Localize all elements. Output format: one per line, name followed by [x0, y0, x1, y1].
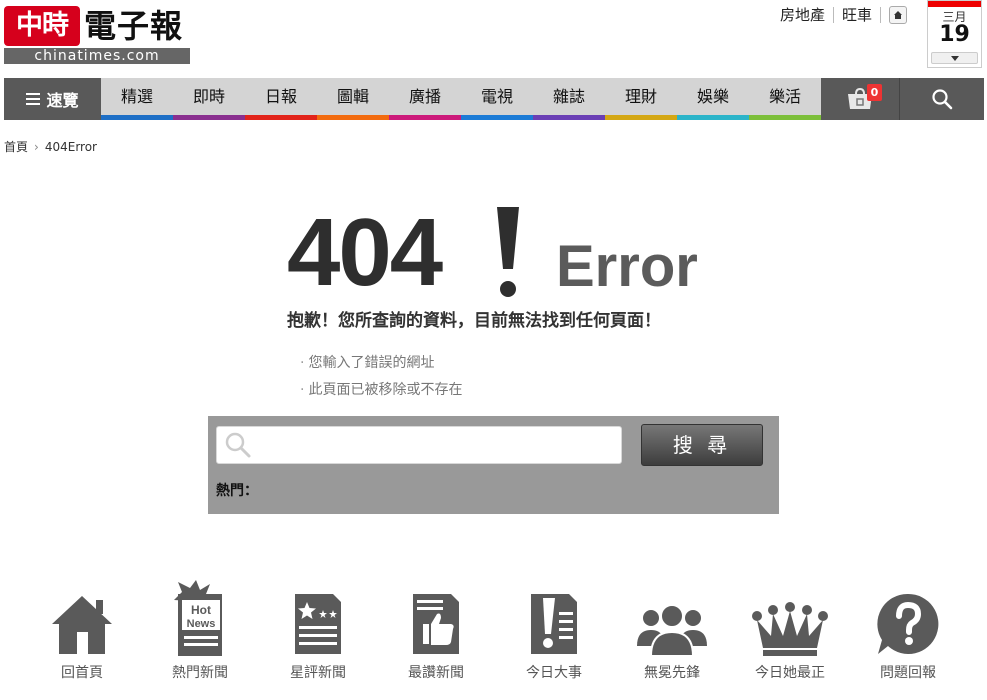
people-icon [637, 604, 707, 656]
list-item: 此頁面已被移除或不存在 [300, 377, 462, 404]
nav-browse-label: 速覽 [46, 91, 79, 110]
quick-link-today-events[interactable]: 今日大事 [494, 580, 614, 682]
search-icon [225, 432, 251, 458]
calendar-day: 19 [939, 22, 970, 47]
nav-item-label: 即時 [192, 87, 225, 106]
nav-item-label: 日報 [264, 87, 297, 106]
breadcrumb: 首頁 › 404Error [4, 138, 97, 155]
quick-link-label: 星評新聞 [290, 665, 346, 681]
search-input[interactable] [253, 427, 621, 463]
nav-item-label: 精選 [120, 87, 153, 106]
nav-item-realtime[interactable]: 即時 [173, 78, 245, 120]
quick-link-beauty[interactable]: 今日她最正 [730, 580, 850, 682]
divider [880, 7, 882, 23]
breadcrumb-home-link[interactable]: 首頁 [4, 138, 28, 155]
exclamation-icon [531, 594, 577, 654]
chevron-right-icon: › [34, 139, 39, 154]
nav-browse-button[interactable]: 速覽 [4, 78, 101, 120]
quick-link-top-liked[interactable]: 最讚新聞 [376, 580, 496, 682]
svg-text:News: News [187, 618, 216, 630]
quick-link-label: 今日她最正 [755, 665, 825, 681]
nav-item-magazine[interactable]: 雜誌 [533, 78, 605, 120]
toplink-cars[interactable]: 旺車 [834, 6, 880, 24]
search-panel: 搜 尋 熱門： [208, 416, 779, 514]
toplink-real-estate[interactable]: 房地產 [780, 6, 833, 24]
search-button[interactable]: 搜 尋 [641, 424, 763, 466]
cart-count-badge: 0 [867, 84, 882, 101]
list-icon [26, 93, 41, 105]
hot-keywords-label: 熱門： [216, 483, 258, 499]
home-icon [52, 596, 112, 654]
nav-item-photos[interactable]: 圖輯 [317, 78, 389, 120]
quick-link-home[interactable]: 回首頁 [22, 580, 142, 682]
quick-link-star-news[interactable]: 星評新聞 [258, 580, 378, 682]
home-icon-button[interactable] [889, 6, 908, 24]
nav-cart-button[interactable]: 0 [821, 78, 900, 120]
error-reasons-list: 您輸入了錯誤的網址 此頁面已被移除或不存在 [300, 350, 462, 404]
error-message: 抱歉！您所查詢的資料，目前無法找到任何頁面！ [287, 311, 661, 331]
nav-item-label: 娛樂 [696, 87, 729, 106]
nav-item-tv[interactable]: 電視 [461, 78, 533, 120]
quick-link-label: 回首頁 [61, 665, 103, 681]
nav-item-radio[interactable]: 廣播 [389, 78, 461, 120]
breadcrumb-current: 404Error [44, 139, 97, 154]
nav-search-button[interactable] [900, 78, 984, 120]
calendar-dropdown-button[interactable] [931, 52, 978, 64]
quick-link-label: 今日大事 [526, 665, 582, 681]
nav-item-label: 樂活 [768, 87, 801, 106]
caret-down-icon [950, 55, 959, 61]
crown-icon [752, 602, 828, 656]
quick-link-label: 最讚新聞 [408, 665, 464, 681]
hot-news-icon: Hot News [174, 580, 222, 656]
question-icon [877, 593, 939, 654]
nav-item-label: 雜誌 [552, 87, 585, 106]
star-news-icon [295, 594, 341, 654]
error-code: 404 [287, 199, 443, 306]
nav-item-featured[interactable]: 精選 [101, 78, 173, 120]
nav-item-entertainment[interactable]: 娛樂 [677, 78, 749, 120]
date-calendar: 三月 19 [927, 0, 982, 68]
quick-link-label: 無冕先鋒 [644, 665, 700, 681]
thumbs-up-icon [413, 594, 459, 654]
quick-link-hot-news[interactable]: Hot News 熱門新聞 [140, 580, 260, 682]
search-icon [932, 89, 953, 110]
quick-link-pioneers[interactable]: 無冕先鋒 [612, 580, 732, 682]
nav-item-label: 圖輯 [336, 87, 369, 106]
quick-link-label: 熱門新聞 [172, 665, 228, 681]
logo-subtitle: chinatimes.com [4, 48, 190, 64]
logo-badge: 中時 [4, 6, 80, 46]
nav-item-label: 廣播 [408, 87, 441, 106]
error-word: Error [556, 234, 698, 299]
nav-item-label: 電視 [480, 87, 513, 106]
exclamation-mark-icon [495, 205, 521, 303]
svg-text:Hot: Hot [191, 603, 211, 617]
nav-item-finance[interactable]: 理財 [605, 78, 677, 120]
list-item: 您輸入了錯誤的網址 [300, 350, 462, 377]
nav-item-lifestyle[interactable]: 樂活 [749, 78, 821, 120]
logo-title: 電子報 [84, 7, 184, 45]
top-links: 房地產 旺車 [780, 6, 908, 24]
nav-item-label: 理財 [624, 87, 657, 106]
quick-links: 回首頁 Hot News 熱門新聞 星評新聞 最讚新聞 今日大事 無冕先鋒 今日… [22, 580, 982, 690]
search-input-box [216, 426, 622, 464]
calendar-top-bar [928, 1, 981, 7]
nav-item-daily[interactable]: 日報 [245, 78, 317, 120]
home-small-icon [894, 11, 903, 19]
site-logo[interactable]: 中時 電子報 chinatimes.com [4, 6, 190, 64]
quick-link-label: 問題回報 [880, 665, 936, 681]
main-nav: 速覽 精選 即時 日報 圖輯 廣播 電視 雜誌 理財 娛樂 樂活 0 [4, 78, 984, 120]
quick-link-feedback[interactable]: 問題回報 [848, 580, 968, 682]
